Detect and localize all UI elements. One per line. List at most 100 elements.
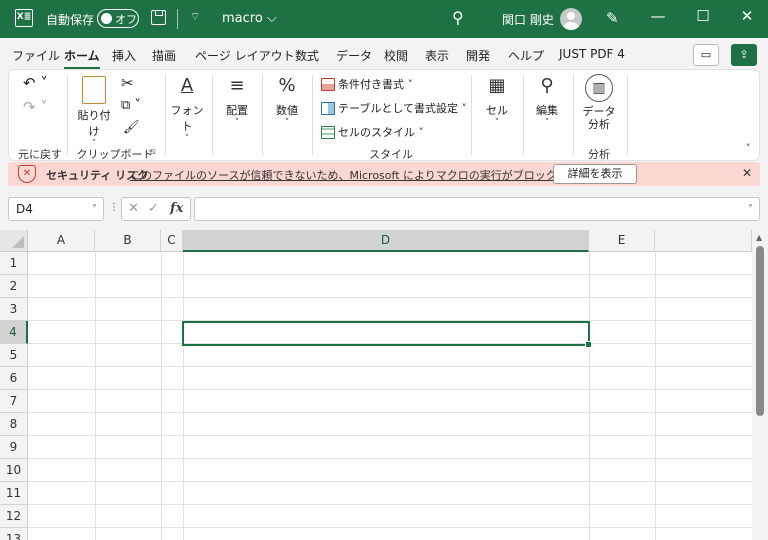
editing-label: 編集 <box>536 104 558 117</box>
data-analysis-button[interactable]: ▥ データ 分析 <box>579 74 619 131</box>
formula-bar-resize-icon[interactable]: ⋮ <box>109 202 119 213</box>
cells-button[interactable]: ▦ セル ˅ <box>479 76 515 129</box>
row-header-1[interactable]: 1 <box>0 252 28 275</box>
row-header-11[interactable]: 11 <box>0 482 28 505</box>
maximize-button[interactable]: ☐ <box>688 7 718 25</box>
scroll-up-icon[interactable]: ▲ <box>756 233 762 242</box>
tab-review[interactable]: 校閲 <box>384 47 408 64</box>
name-box[interactable]: D4 ˅ <box>8 197 104 221</box>
customize-qat-icon[interactable]: ⌔ <box>190 10 200 24</box>
tab-developer[interactable]: 開発 <box>466 47 490 64</box>
vertical-scrollbar[interactable]: ▲ <box>752 230 768 540</box>
tab-data[interactable]: データ <box>336 47 372 64</box>
align-icon: ≡ <box>229 75 245 96</box>
expand-formula-bar-icon[interactable]: ˅ <box>748 204 753 215</box>
tab-page-layout[interactable]: ページ レイアウト <box>195 47 295 64</box>
grid-line <box>28 481 752 482</box>
confirm-entry-icon[interactable]: ✓ <box>148 201 159 216</box>
paste-button[interactable]: 貼り付け ˅ <box>73 74 115 149</box>
grid-line <box>28 504 752 505</box>
tab-draw[interactable]: 描画 <box>152 47 176 64</box>
grid-line <box>28 458 752 459</box>
row-header-3[interactable]: 3 <box>0 298 28 321</box>
editing-button[interactable]: ⚲ 編集 ˅ <box>529 75 565 129</box>
tab-home[interactable]: ホーム <box>64 47 100 70</box>
group-divider <box>523 75 524 155</box>
font-label: フォント <box>170 104 204 133</box>
row-header-9[interactable]: 9 <box>0 436 28 459</box>
tab-help[interactable]: ヘルプ <box>508 47 544 64</box>
cell-styles-label: セルのスタイル ˅ <box>338 126 424 139</box>
alignment-button[interactable]: ≡ 配置 ˅ <box>219 75 255 129</box>
security-risk-message[interactable]: このファイルのソースが信頼できないため、Microsoft によりマクロの実行が… <box>130 167 623 183</box>
row-header-4[interactable]: 4 <box>0 321 28 344</box>
tab-just-pdf[interactable]: JUST PDF 4 <box>559 47 625 61</box>
column-header-d[interactable]: D <box>183 230 589 252</box>
minimize-button[interactable]: — <box>643 7 673 25</box>
insert-function-icon[interactable]: fx <box>170 201 183 216</box>
clipboard-launcher-icon[interactable]: ⧅ <box>150 147 156 157</box>
format-as-table-label: テーブルとして書式設定 ˅ <box>338 102 468 115</box>
copy-icon[interactable]: ⧉ ˅ <box>121 98 141 113</box>
pen-icon[interactable]: ✎ <box>606 9 619 27</box>
font-button[interactable]: A フォント ˅ <box>169 75 205 145</box>
tab-view[interactable]: 表示 <box>425 47 449 64</box>
cell-styles-button[interactable]: セルのスタイル ˅ <box>321 124 424 140</box>
column-header-c[interactable]: C <box>161 230 183 252</box>
collapse-ribbon-icon[interactable]: ˅ <box>746 142 752 155</box>
save-icon[interactable] <box>151 10 166 25</box>
font-icon: A <box>180 75 194 96</box>
select-all-button[interactable] <box>0 230 28 252</box>
scrollbar-thumb[interactable] <box>756 246 764 416</box>
row-header-7[interactable]: 7 <box>0 390 28 413</box>
redo-button[interactable]: ↷ ˅ <box>23 98 48 116</box>
grid-line <box>28 297 752 298</box>
autosave-toggle[interactable]: オフ <box>97 9 139 28</box>
search-icon[interactable]: ⚲ <box>452 8 464 27</box>
format-as-table-button[interactable]: テーブルとして書式設定 ˅ <box>321 100 467 116</box>
row-header-5[interactable]: 5 <box>0 344 28 367</box>
column-header-b[interactable]: B <box>95 230 161 252</box>
toggle-knob-icon <box>101 13 112 24</box>
cells-label: セル <box>486 104 508 117</box>
close-security-bar-icon[interactable]: ✕ <box>742 166 752 180</box>
number-button[interactable]: % 数値 ˅ <box>269 76 305 129</box>
row-header-12[interactable]: 12 <box>0 505 28 528</box>
column-header-e[interactable]: E <box>589 230 655 252</box>
file-name-dropdown[interactable]: macro ⌵ <box>222 11 277 26</box>
user-name[interactable]: 関口 剛史 <box>502 11 554 28</box>
column-header-a[interactable]: A <box>28 230 95 252</box>
comments-button[interactable]: ▭ <box>693 44 719 66</box>
avatar[interactable] <box>560 8 582 30</box>
grid-line <box>161 252 162 540</box>
undo-button[interactable]: ↶ ˅ <box>23 74 48 92</box>
undo-group-label: 元に戻す <box>18 148 62 161</box>
row-header-2[interactable]: 2 <box>0 275 28 298</box>
excel-logo-icon: X≣ <box>15 9 33 27</box>
row-header-6[interactable]: 6 <box>0 367 28 390</box>
format-painter-icon[interactable]: 🖌 <box>123 120 140 135</box>
learn-more-button[interactable]: 詳細を表示 <box>553 164 637 184</box>
name-box-caret-icon[interactable]: ˅ <box>92 204 97 215</box>
alignment-caret-icon: ˅ <box>234 118 240 128</box>
share-button[interactable]: ⇪ <box>731 44 757 66</box>
row-header-10[interactable]: 10 <box>0 459 28 482</box>
formula-input[interactable]: ˅ <box>194 197 760 221</box>
tab-file[interactable]: ファイル <box>12 47 60 64</box>
row-header-8[interactable]: 8 <box>0 413 28 436</box>
cancel-entry-icon[interactable]: ✕ <box>128 201 139 216</box>
conditional-formatting-button[interactable]: 条件付き書式 ˅ <box>321 76 413 92</box>
tab-formulas[interactable]: 数式 <box>295 47 319 64</box>
active-cell-d4[interactable] <box>182 321 592 348</box>
editing-search-icon: ⚲ <box>540 75 554 96</box>
group-divider <box>165 75 166 155</box>
cut-icon[interactable]: ✂ <box>121 74 134 92</box>
row-header-13[interactable]: 13 <box>0 528 28 540</box>
data-analysis-label-line1: データ <box>582 105 616 118</box>
tab-insert[interactable]: 挿入 <box>112 47 136 64</box>
close-button[interactable]: ✕ <box>732 7 762 25</box>
column-header-blank[interactable] <box>655 230 752 252</box>
conditional-formatting-label: 条件付き書式 ˅ <box>338 78 413 91</box>
spreadsheet-grid[interactable]: A B C D E 1 2 3 4 5 6 7 8 9 10 11 12 13 <box>0 230 752 540</box>
title-divider <box>177 9 178 29</box>
